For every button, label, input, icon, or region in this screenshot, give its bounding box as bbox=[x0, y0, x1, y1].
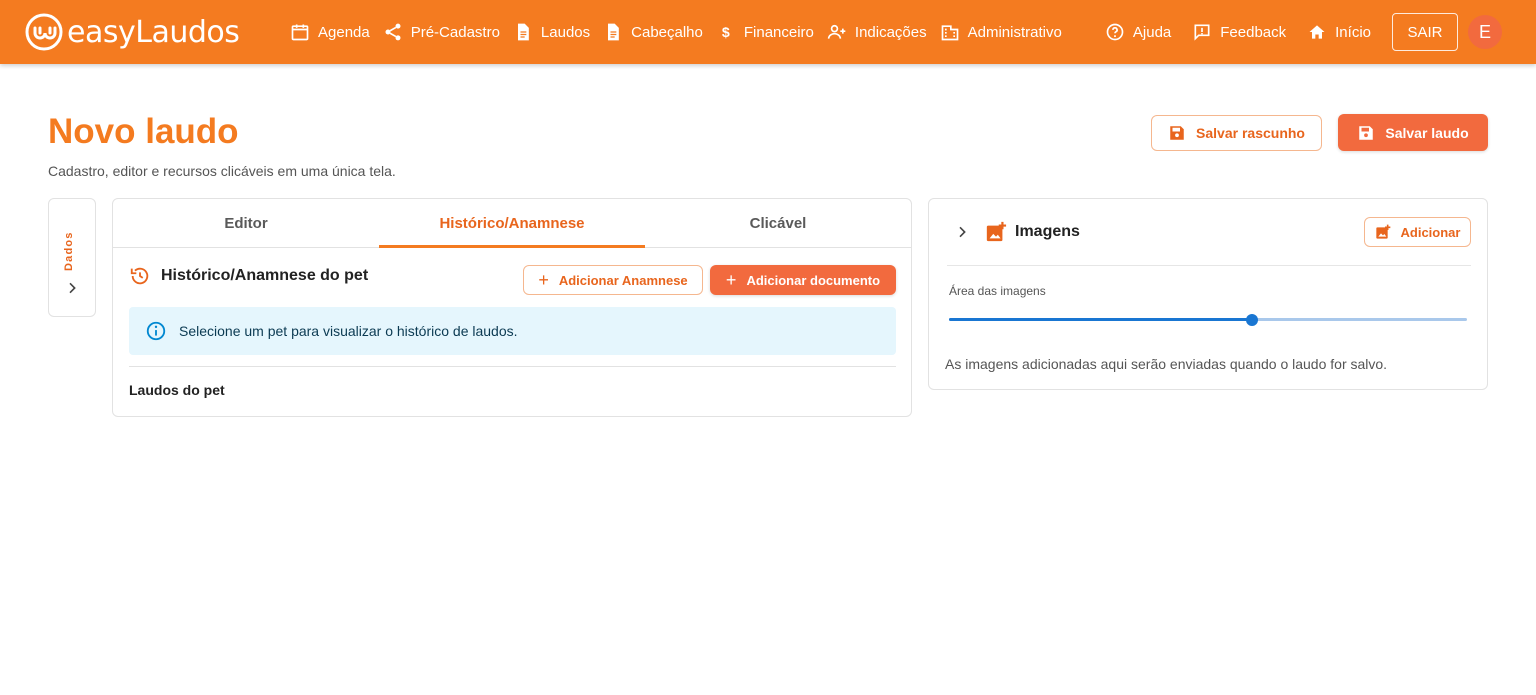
save-draft-button[interactable]: Salvar rascunho bbox=[1151, 115, 1322, 151]
document-icon bbox=[608, 23, 619, 41]
home-icon bbox=[1309, 25, 1325, 39]
image-area-slider[interactable] bbox=[949, 312, 1467, 328]
divider bbox=[129, 366, 896, 367]
nav-item-agenda[interactable]: Agenda bbox=[290, 22, 370, 42]
page-subtitle: Cadastro, editor e recursos clicáveis em… bbox=[48, 163, 396, 179]
logo[interactable]: easyLaudos bbox=[24, 12, 240, 52]
nav-item-financeiro[interactable]: $ Financeiro bbox=[716, 22, 814, 42]
building-icon bbox=[941, 25, 958, 41]
page-title: Novo laudo bbox=[48, 112, 239, 151]
nav-item-cabecalho[interactable]: Cabeçalho bbox=[603, 22, 703, 42]
feedback-icon bbox=[1194, 24, 1210, 41]
nav-item-inicio[interactable]: Início bbox=[1307, 22, 1371, 42]
nav-label: Laudos bbox=[540, 23, 591, 41]
calendar-icon bbox=[291, 24, 309, 41]
image-area-label: Área das imagens bbox=[949, 284, 1046, 298]
nav-item-indicacoes[interactable]: Indicações bbox=[827, 22, 927, 42]
share-icon bbox=[385, 23, 401, 41]
history-title: Histórico/Anamnese do pet bbox=[161, 267, 369, 284]
main-nav: Agenda Pré-Cadastro Laudos Cabeçalho $ F… bbox=[290, 0, 1075, 64]
add-document-button[interactable]: + Adicionar documento bbox=[710, 265, 896, 295]
nav-label: Pré-Cadastro bbox=[410, 23, 500, 41]
save-draft-label: Salvar rascunho bbox=[1196, 125, 1305, 141]
images-note: As imagens adicionadas aqui serão enviad… bbox=[945, 356, 1388, 372]
plus-icon: + bbox=[725, 270, 737, 290]
images-panel: Imagens Adicionar Área das imagens As im… bbox=[928, 198, 1488, 390]
chevron-right-icon[interactable] bbox=[64, 280, 80, 296]
top-bar: easyLaudos Agenda Pré-Cadastro Laudos Ca… bbox=[0, 0, 1536, 64]
history-icon bbox=[130, 267, 149, 285]
save-icon bbox=[1359, 125, 1374, 140]
history-panel: Editor Histórico/Anamnese Clicável Histó… bbox=[112, 198, 912, 417]
svg-text:$: $ bbox=[722, 25, 730, 41]
add-anamnese-label: Adicionar Anamnese bbox=[558, 272, 688, 288]
divider bbox=[947, 265, 1471, 266]
logout-button[interactable]: SAIR bbox=[1392, 13, 1458, 51]
save-icon bbox=[1170, 126, 1184, 140]
nav-label: Cabeçalho bbox=[631, 23, 703, 41]
nav-label: Início bbox=[1335, 23, 1371, 41]
nav-item-laudos[interactable]: Laudos bbox=[513, 22, 590, 42]
logo-icon bbox=[25, 13, 63, 51]
plus-icon: + bbox=[538, 270, 549, 290]
person-add-icon bbox=[827, 24, 846, 39]
chevron-right-icon[interactable] bbox=[954, 224, 970, 240]
tab-historico-anamnese[interactable]: Histórico/Anamnese bbox=[379, 199, 645, 248]
tab-clicavel[interactable]: Clicável bbox=[645, 199, 911, 247]
nav-label: Financeiro bbox=[743, 23, 814, 41]
slider-track bbox=[949, 318, 1253, 321]
info-text: Selecione um pet para visualizar o histó… bbox=[179, 323, 518, 339]
side-panel-label: Dados bbox=[63, 231, 75, 271]
nav-label: Indicações bbox=[854, 23, 927, 41]
user-nav: Ajuda Feedback Início SAIR E bbox=[1105, 0, 1536, 64]
nav-item-pre-cadastro[interactable]: Pré-Cadastro bbox=[383, 22, 500, 42]
nav-item-ajuda[interactable]: Ajuda bbox=[1105, 22, 1171, 42]
brand-name: easyLaudos bbox=[67, 14, 240, 50]
info-icon bbox=[146, 321, 166, 341]
add-photo-icon bbox=[986, 221, 1007, 242]
save-report-label: Salvar laudo bbox=[1385, 124, 1469, 141]
avatar[interactable]: E bbox=[1468, 15, 1502, 49]
help-icon bbox=[1106, 23, 1124, 41]
nav-label: Feedback bbox=[1220, 23, 1287, 41]
add-document-label: Adicionar documento bbox=[746, 272, 881, 288]
nav-item-administrativo[interactable]: Administrativo bbox=[940, 22, 1062, 42]
dados-side-panel[interactable]: Dados bbox=[48, 198, 96, 317]
images-title: Imagens bbox=[1015, 223, 1080, 240]
nav-label: Administrativo bbox=[967, 23, 1062, 41]
save-report-button[interactable]: Salvar laudo bbox=[1338, 114, 1488, 151]
add-photo-icon bbox=[1375, 224, 1390, 239]
nav-item-feedback[interactable]: Feedback bbox=[1192, 22, 1286, 42]
document-icon bbox=[517, 23, 529, 41]
slider-thumb[interactable] bbox=[1246, 314, 1259, 326]
pet-reports-label: Laudos do pet bbox=[129, 382, 225, 398]
history-header: Histórico/Anamnese do pet bbox=[129, 265, 368, 287]
add-image-button[interactable]: Adicionar bbox=[1364, 217, 1471, 247]
info-alert: Selecione um pet para visualizar o histó… bbox=[129, 307, 896, 355]
dollar-icon: $ bbox=[722, 25, 730, 41]
nav-label: Agenda bbox=[318, 23, 370, 41]
editor-tabs: Editor Histórico/Anamnese Clicável bbox=[113, 199, 911, 248]
tab-editor[interactable]: Editor bbox=[113, 199, 379, 247]
add-anamnese-button[interactable]: + Adicionar Anamnese bbox=[523, 265, 703, 295]
add-image-label: Adicionar bbox=[1400, 224, 1461, 240]
nav-label: Ajuda bbox=[1132, 23, 1172, 41]
